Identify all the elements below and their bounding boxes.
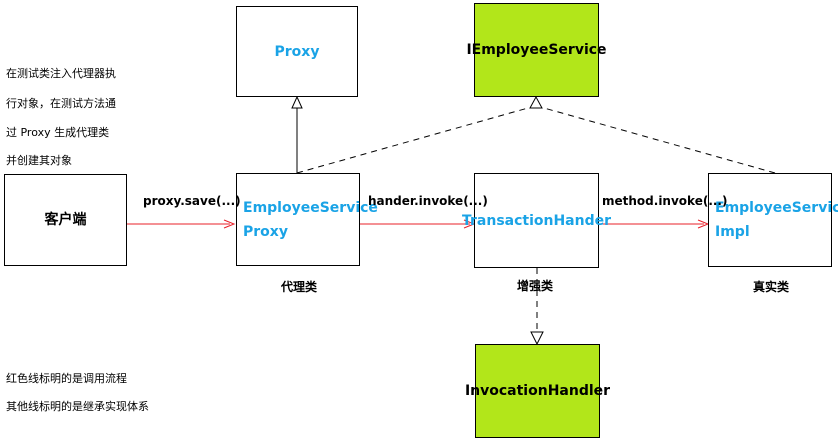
transaction-hander-box: TransactionHander: [462, 173, 611, 268]
real-class-caption: 真实类: [753, 280, 790, 294]
invocation-handler-box: InvocationHandler: [465, 344, 610, 438]
note-top-line4: 并创建其对象: [6, 154, 72, 167]
enhance-class-caption: 增强类: [517, 279, 554, 293]
inheritance-lines: [291, 95, 303, 173]
client-box-label: 客户端: [44, 212, 87, 228]
note-top-line2: 行对象，在测试方法通: [6, 97, 116, 110]
iemployee-service-box: IEmployeeService: [466, 3, 607, 97]
note-top-line3: 过 Proxy 生成代理类: [6, 126, 110, 139]
hander-invoke-label: hander.invoke(...): [368, 194, 488, 208]
note-bottom-line1: 红色线标明的是调用流程: [6, 372, 127, 385]
proxy-class-caption: 代理类: [281, 280, 318, 294]
employee-service-impl-box: EmployeeService Impl: [708, 173, 838, 267]
proxy-save-label: proxy.save(...): [143, 194, 241, 208]
proxy-box: Proxy: [236, 6, 358, 97]
triangle-iemployee: [529, 95, 543, 109]
employee-service-proxy-box: EmployeeService Proxy: [236, 173, 378, 266]
employee-service-impl-line1: EmployeeService: [715, 200, 838, 216]
employee-service-proxy-line1: EmployeeService: [243, 199, 378, 216]
line-proxy-implements: [296, 107, 529, 174]
client-box: 客户端: [4, 174, 127, 266]
invocation-handler-label: InvocationHandler: [464, 383, 611, 399]
iemployee-service-label: IEmployeeService: [466, 42, 607, 58]
employee-service-proxy-text: EmployeeService Proxy: [243, 196, 378, 244]
call-flow-arrows: [127, 219, 710, 229]
triangle-proxy-inherit: [291, 95, 303, 109]
transaction-hander-label: TransactionHander: [461, 212, 612, 229]
line-impl-implements: [543, 107, 776, 174]
employee-service-impl-text: EmployeeService Impl: [715, 196, 838, 244]
employee-service-proxy-line2: Proxy: [243, 223, 288, 240]
employee-service-impl-line2: Impl: [715, 224, 750, 240]
proxy-box-label: Proxy: [274, 43, 320, 60]
triangle-invocation: [530, 331, 544, 346]
method-invoke-label: method.invoke(...): [602, 194, 728, 208]
note-bottom-line2: 其他线标明的是继承实现体系: [6, 400, 149, 413]
note-top-line1: 在测试类注入代理器执: [6, 67, 116, 80]
